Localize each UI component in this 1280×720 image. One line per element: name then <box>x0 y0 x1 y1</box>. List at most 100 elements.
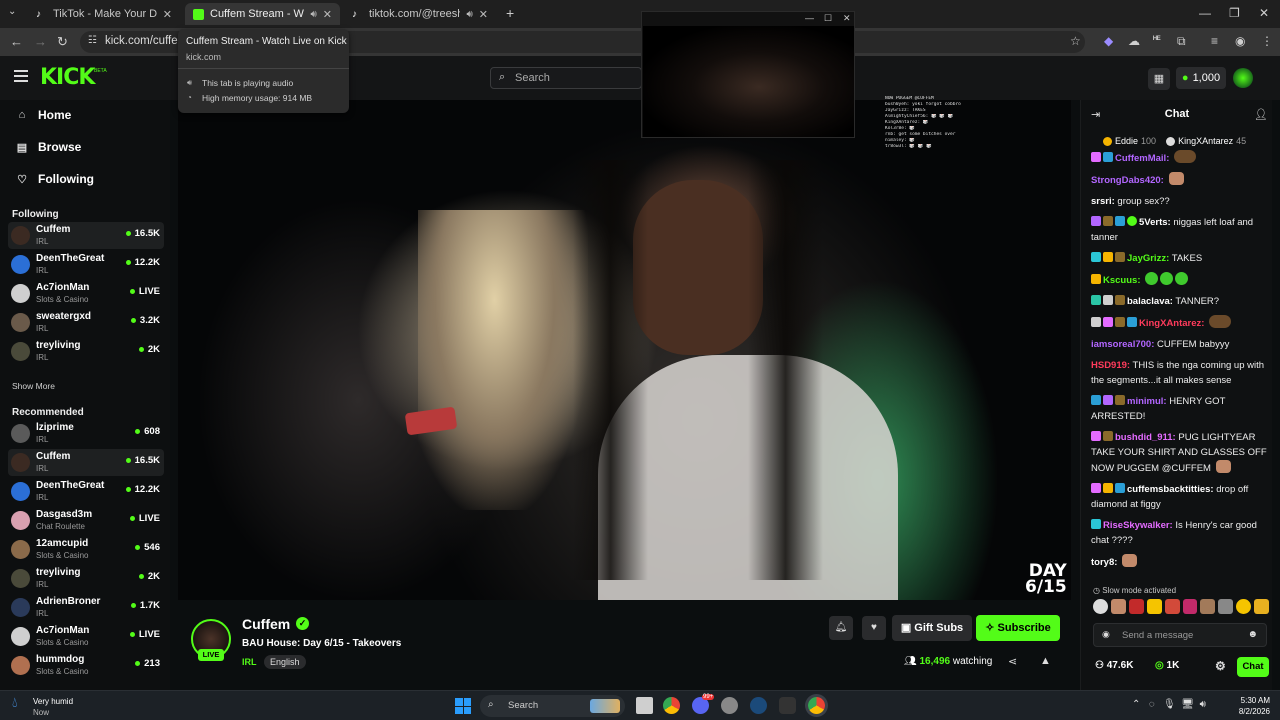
site-info-icon[interactable]: ☷ <box>88 35 97 46</box>
speaker-icon[interactable]: 🔊︎ <box>466 9 472 20</box>
channel-item[interactable]: sweatergxd IRL 3.2K <box>8 309 164 336</box>
chat-username[interactable]: minimul: <box>1127 396 1167 407</box>
maximize-icon[interactable]: ❐ <box>1229 6 1240 20</box>
streamer-name[interactable]: Cuffem <box>242 616 290 632</box>
tab-kick[interactable]: Cuffem Stream - Watch Live on Kick 🔊︎ ✕ <box>185 3 340 25</box>
channel-item[interactable]: Ac7ionMan Slots & Casino LIVE <box>8 280 164 307</box>
channel-item[interactable]: lziprime IRL 608 <box>8 420 164 447</box>
chat-username[interactable]: 5Verts: <box>1139 217 1171 228</box>
chat-username[interactable]: bushdid_911: <box>1115 432 1176 443</box>
close-icon[interactable]: ✕ <box>843 13 851 24</box>
emote-icon[interactable] <box>1146 599 1162 614</box>
network-icon[interactable]: 🖥︎ <box>1181 699 1194 710</box>
notification-bell-button[interactable]: 🔔︎ <box>829 616 853 640</box>
nav-browse[interactable]: ▤ Browse <box>14 139 82 155</box>
emote-icon[interactable] <box>1236 599 1252 614</box>
show-more-link[interactable]: Show More <box>12 381 55 391</box>
emote-icon[interactable] <box>1093 599 1108 614</box>
chat-username[interactable]: StrongDabs420: <box>1091 175 1164 186</box>
steam-icon[interactable] <box>750 697 767 714</box>
chat-users-icon[interactable]: 👤︎ <box>1254 108 1268 121</box>
chat-username[interactable]: Kscuus: <box>1103 275 1140 286</box>
share-icon[interactable]: ⋖ <box>1008 655 1017 668</box>
tab-tiktok[interactable]: ♪ TikTok - Make Your Day ✕ <box>28 3 180 25</box>
show-hidden-icons[interactable]: ⌃ <box>1132 699 1140 710</box>
maximize-icon[interactable]: ☐ <box>824 13 832 24</box>
chat-username[interactable]: KingXAntarez: <box>1139 318 1204 329</box>
chat-username[interactable]: srsri: <box>1091 196 1115 207</box>
close-tab-icon[interactable]: ✕ <box>323 8 332 21</box>
browser-menu-icon[interactable]: ⋮ <box>1261 34 1273 48</box>
gifter[interactable]: KingXAntarez 45 <box>1166 136 1246 146</box>
hamburger-menu-icon[interactable] <box>14 70 28 82</box>
extensions-puzzle-icon[interactable]: ⧉ <box>1177 34 1186 49</box>
chat-username[interactable]: JayGrizz: <box>1127 253 1169 264</box>
extension-icon[interactable]: ◆ <box>1104 34 1113 48</box>
channel-item[interactable]: Dasgasd3m Chat Roulette LIVE <box>8 507 164 534</box>
send-chat-button[interactable]: Chat <box>1237 657 1269 677</box>
picture-in-picture-window[interactable]: — ☐ ✕ <box>641 11 855 138</box>
chat-username[interactable]: iamsoreal700: <box>1091 339 1154 350</box>
chat-username[interactable]: tory8: <box>1091 557 1117 568</box>
channel-item[interactable]: treyliving IRL 2K <box>8 565 164 592</box>
channel-item[interactable]: AdrienBroner IRL 1.7K <box>8 594 164 621</box>
gear-icon[interactable]: ⚙ <box>1215 659 1226 673</box>
emote-icon[interactable] <box>1254 599 1270 614</box>
user-avatar[interactable] <box>1233 68 1253 88</box>
channel-item[interactable]: hummdog Slots & Casino 213 <box>8 652 164 679</box>
reload-icon[interactable]: ↻ <box>57 34 68 50</box>
profile-avatar-icon[interactable]: ◉ <box>1235 34 1245 48</box>
chrome-icon[interactable] <box>663 697 680 714</box>
epic-games-icon[interactable] <box>779 697 796 714</box>
emoji-picker-icon[interactable]: ☻ <box>1247 629 1258 640</box>
volume-icon[interactable]: 🔊︎ <box>1200 699 1206 710</box>
gift-subs-button[interactable]: ▣ Gift Subs <box>892 615 972 641</box>
kick-logo[interactable]: KICK <box>40 65 95 90</box>
media-control-icon[interactable]: ≡ <box>1211 34 1218 48</box>
back-icon[interactable]: ← <box>10 34 23 49</box>
taskbar-search[interactable]: ⌕ Search <box>480 695 625 717</box>
gifter[interactable]: Eddie 100 <box>1103 136 1156 146</box>
nav-home[interactable]: ⌂ Home <box>14 107 72 123</box>
channel-item[interactable]: DeenTheGreat IRL 12.2K <box>8 478 164 505</box>
minimize-icon[interactable]: — <box>805 13 814 23</box>
chrome-active-icon[interactable] <box>808 697 825 714</box>
channel-item[interactable]: DeenTheGreat IRL 12.2K <box>8 251 164 278</box>
follow-heart-button[interactable]: ♥ <box>862 616 886 640</box>
report-warning-icon[interactable]: ▲ <box>1040 655 1051 667</box>
chat-badge-icon[interactable]: ◉ <box>1102 629 1110 640</box>
windows-start-icon[interactable] <box>455 698 471 714</box>
forward-icon[interactable]: → <box>34 34 47 49</box>
emote-icon[interactable] <box>1128 599 1144 614</box>
emote-icon[interactable] <box>1164 599 1180 614</box>
app-icon[interactable] <box>721 697 738 714</box>
new-tab-icon[interactable]: + <box>506 5 514 21</box>
channel-item[interactable]: 12amcupid Slots & Casino 546 <box>8 536 164 563</box>
bookmark-star-icon[interactable]: ☆ <box>1070 34 1081 48</box>
subscribe-button[interactable]: ✧ Subscribe <box>976 615 1060 641</box>
channel-item[interactable]: Cuffem IRL 16.5K <box>8 449 164 476</box>
points-stat[interactable]: ◎ 1K <box>1155 660 1179 671</box>
chat-username[interactable]: balaclava: <box>1127 296 1173 307</box>
emote-icon[interactable] <box>1200 599 1216 614</box>
emote-icon[interactable] <box>1218 599 1234 614</box>
close-tab-icon[interactable]: ✕ <box>163 8 172 21</box>
chat-username[interactable]: HSD919: <box>1091 360 1130 371</box>
minimize-icon[interactable]: — <box>1199 6 1211 20</box>
chat-username[interactable]: cuffemsbacktitties: <box>1127 484 1214 495</box>
channel-item[interactable]: Cuffem IRL 16.5K <box>8 222 164 249</box>
chat-message-input[interactable]: ◉ Send a message ☻ <box>1093 623 1267 647</box>
task-view-icon[interactable] <box>636 697 653 714</box>
chat-username[interactable]: CuffemMail: <box>1115 153 1169 164</box>
channel-item[interactable]: treyliving IRL 2K <box>8 338 164 365</box>
language-tag[interactable]: English <box>264 655 306 669</box>
channel-item[interactable]: Ac7ionMan Slots & Casino LIVE <box>8 623 164 650</box>
search-input[interactable]: ⌕ Search <box>490 67 642 89</box>
chat-username[interactable]: RiseSkywalker: <box>1103 520 1173 531</box>
tab-list-icon[interactable]: ⌄ <box>8 6 16 17</box>
tab-tiktok-profile[interactable]: ♪ tiktok.com/@treeshforwhat 🔊︎ ✕ <box>344 3 496 25</box>
emote-icon[interactable] <box>1110 599 1126 614</box>
speaker-icon[interactable]: 🔊︎ <box>310 9 316 20</box>
kicks-balance-button[interactable]: ● 1,000 <box>1176 67 1226 89</box>
emote-icon[interactable] <box>1182 599 1198 614</box>
